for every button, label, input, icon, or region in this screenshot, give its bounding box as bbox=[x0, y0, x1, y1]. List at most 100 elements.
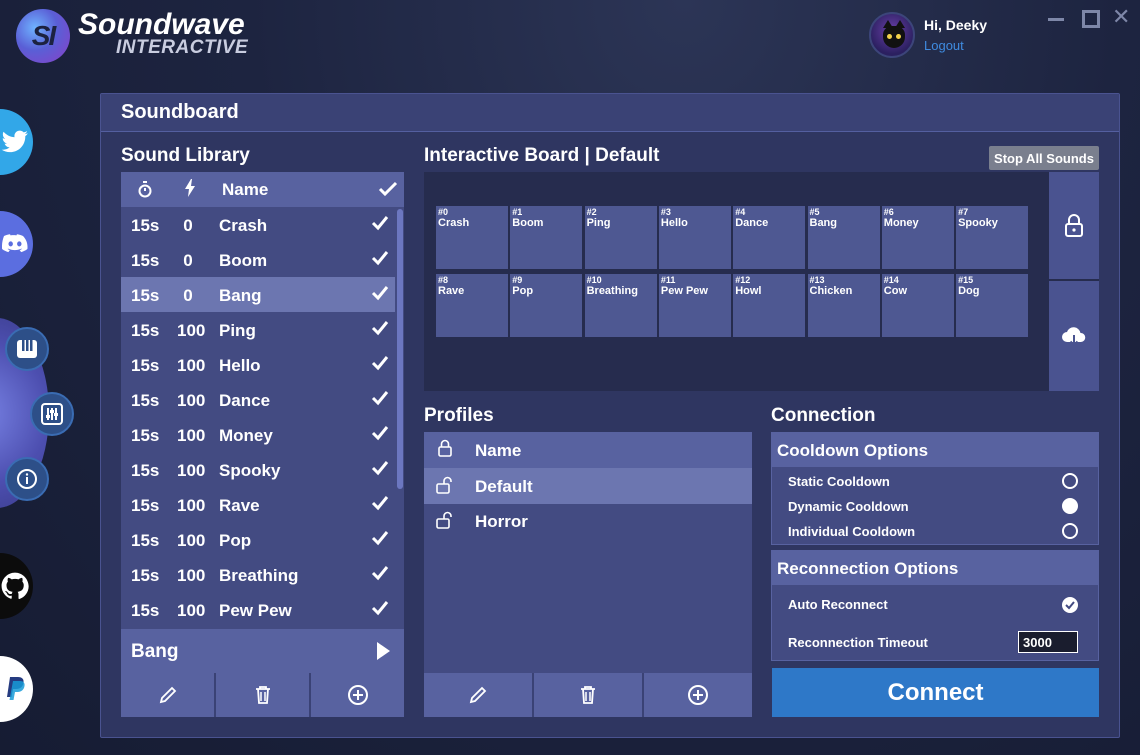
library-row[interactable]: 15s 100 Ping bbox=[121, 312, 395, 347]
tile-sound-name: Spooky bbox=[958, 217, 998, 229]
board-tile[interactable]: #1 Boom bbox=[510, 206, 583, 269]
minimize-button[interactable] bbox=[1046, 8, 1066, 28]
sound-cooldown: 15s bbox=[131, 321, 160, 340]
lock-board-button[interactable] bbox=[1049, 172, 1099, 281]
board-tile[interactable]: #9 Pop bbox=[510, 274, 583, 337]
library-row[interactable]: 15s 100 Spooky bbox=[121, 452, 395, 487]
enabled-check-icon[interactable] bbox=[371, 320, 389, 336]
board-tile[interactable]: #4 Dance bbox=[733, 206, 806, 269]
selected-sound-bar[interactable]: Bang bbox=[121, 629, 404, 673]
delete-sound-button[interactable] bbox=[214, 673, 309, 717]
library-row[interactable]: 15s 100 Pop bbox=[121, 522, 395, 557]
tile-number: #7 bbox=[958, 207, 969, 217]
board-tile[interactable]: #11 Pew Pew bbox=[658, 274, 731, 337]
piano-tool-button[interactable] bbox=[5, 327, 49, 371]
trash-icon bbox=[581, 686, 595, 704]
tile-sound-name: Boom bbox=[512, 217, 544, 229]
twitter-button[interactable] bbox=[0, 109, 33, 175]
library-row[interactable]: 15s 100 Breathing bbox=[121, 557, 395, 592]
sound-name: Ping bbox=[219, 321, 256, 340]
profile-row[interactable]: Default bbox=[424, 468, 752, 504]
delete-profile-button[interactable] bbox=[532, 673, 642, 717]
sound-cooldown: 15s bbox=[131, 531, 160, 550]
profile-row[interactable]: Horror bbox=[424, 503, 752, 539]
board-tile[interactable]: #5 Bang bbox=[807, 206, 880, 269]
edit-profile-button[interactable] bbox=[424, 673, 532, 717]
enabled-check-icon[interactable] bbox=[371, 565, 389, 581]
enabled-check-icon[interactable] bbox=[371, 460, 389, 476]
name-column-header[interactable]: Name bbox=[222, 180, 268, 200]
cooldown-option-radio[interactable] bbox=[1062, 498, 1078, 514]
connect-button[interactable]: Connect bbox=[772, 668, 1099, 717]
stop-all-sounds-button[interactable]: Stop All Sounds bbox=[989, 146, 1099, 170]
check-all-icon[interactable] bbox=[378, 181, 398, 197]
library-row[interactable]: 15s 100 Dance bbox=[121, 382, 395, 417]
library-row[interactable]: 15s 0 Crash bbox=[121, 207, 395, 242]
tile-number: #4 bbox=[735, 207, 746, 217]
tile-number: #13 bbox=[809, 275, 825, 285]
board-tile[interactable]: #10 Breathing bbox=[584, 274, 657, 337]
board-tile[interactable]: #6 Money bbox=[881, 206, 954, 269]
library-row[interactable]: 15s 0 Bang bbox=[121, 277, 395, 312]
cooldown-option-radio[interactable] bbox=[1062, 473, 1078, 489]
cooldown-option-radio[interactable] bbox=[1062, 523, 1078, 539]
panel-header: Soundboard bbox=[101, 94, 1119, 132]
enabled-check-icon[interactable] bbox=[371, 215, 389, 231]
add-profile-button[interactable] bbox=[642, 673, 752, 717]
board-tile[interactable]: #12 Howl bbox=[733, 274, 806, 337]
user-greeting: Hi, Deeky bbox=[924, 17, 988, 33]
library-row[interactable]: 15s 100 Hello bbox=[121, 347, 395, 382]
enabled-check-icon[interactable] bbox=[371, 355, 389, 371]
board-tile[interactable]: #8 Rave bbox=[436, 274, 508, 337]
discord-button[interactable] bbox=[0, 211, 33, 277]
maximize-button[interactable] bbox=[1080, 8, 1100, 28]
logout-link[interactable]: Logout bbox=[924, 38, 964, 53]
info-tool-button[interactable] bbox=[5, 457, 49, 501]
enabled-check-icon[interactable] bbox=[371, 285, 389, 301]
paypal-button[interactable] bbox=[0, 656, 33, 722]
library-row[interactable]: 15s 100 Money bbox=[121, 417, 395, 452]
library-scrollbar[interactable] bbox=[397, 209, 403, 489]
add-sound-button[interactable] bbox=[309, 673, 404, 717]
profile-actions bbox=[424, 673, 752, 717]
enabled-check-icon[interactable] bbox=[371, 250, 389, 266]
board-tile[interactable]: #3 Hello bbox=[658, 206, 731, 269]
cloud-download-button[interactable] bbox=[1049, 282, 1099, 391]
board-tile[interactable]: #7 Spooky bbox=[956, 206, 1029, 269]
sound-cost: 100 bbox=[177, 601, 206, 620]
enabled-check-icon[interactable] bbox=[371, 495, 389, 511]
enabled-check-icon[interactable] bbox=[371, 390, 389, 406]
tile-number: #15 bbox=[958, 275, 974, 285]
enabled-check-icon[interactable] bbox=[371, 530, 389, 546]
stopwatch-icon bbox=[138, 181, 152, 198]
library-row[interactable]: 15s 0 Boom bbox=[121, 242, 395, 277]
library-row[interactable]: 15s 100 Pew Pew bbox=[121, 592, 395, 627]
board-tile[interactable]: #14 Cow bbox=[881, 274, 954, 337]
github-button[interactable] bbox=[0, 553, 33, 619]
reconnection-timeout-input[interactable] bbox=[1018, 631, 1078, 653]
board-tile[interactable]: #15 Dog bbox=[956, 274, 1029, 337]
profile-name: Default bbox=[475, 477, 533, 496]
sound-cost: 100 bbox=[177, 496, 206, 515]
enabled-check-icon[interactable] bbox=[371, 425, 389, 441]
board-tile[interactable]: #2 Ping bbox=[584, 206, 657, 269]
sound-cooldown: 15s bbox=[131, 251, 160, 270]
enabled-check-icon[interactable] bbox=[371, 600, 389, 616]
sound-name: Pew Pew bbox=[219, 601, 292, 620]
library-row[interactable]: 15s 100 Rave bbox=[121, 487, 395, 522]
edit-sound-button[interactable] bbox=[121, 673, 214, 717]
board-tile[interactable]: #13 Chicken bbox=[807, 274, 880, 337]
sound-cost: 100 bbox=[177, 391, 206, 410]
plus-circle-icon bbox=[347, 685, 368, 705]
sound-cost: 0 bbox=[183, 216, 193, 235]
sound-cooldown: 15s bbox=[131, 426, 160, 445]
paypal-icon bbox=[7, 677, 25, 700]
play-icon[interactable] bbox=[376, 642, 390, 660]
profile-name-header[interactable]: Name bbox=[475, 441, 521, 461]
sound-name: Rave bbox=[219, 496, 260, 515]
auto-reconnect-checkbox[interactable] bbox=[1061, 596, 1079, 614]
mixer-tool-button[interactable] bbox=[30, 392, 74, 436]
library-title: Sound Library bbox=[121, 145, 250, 166]
board-tile[interactable]: #0 Crash bbox=[436, 206, 508, 269]
close-button[interactable]: ✕ bbox=[1112, 6, 1132, 28]
